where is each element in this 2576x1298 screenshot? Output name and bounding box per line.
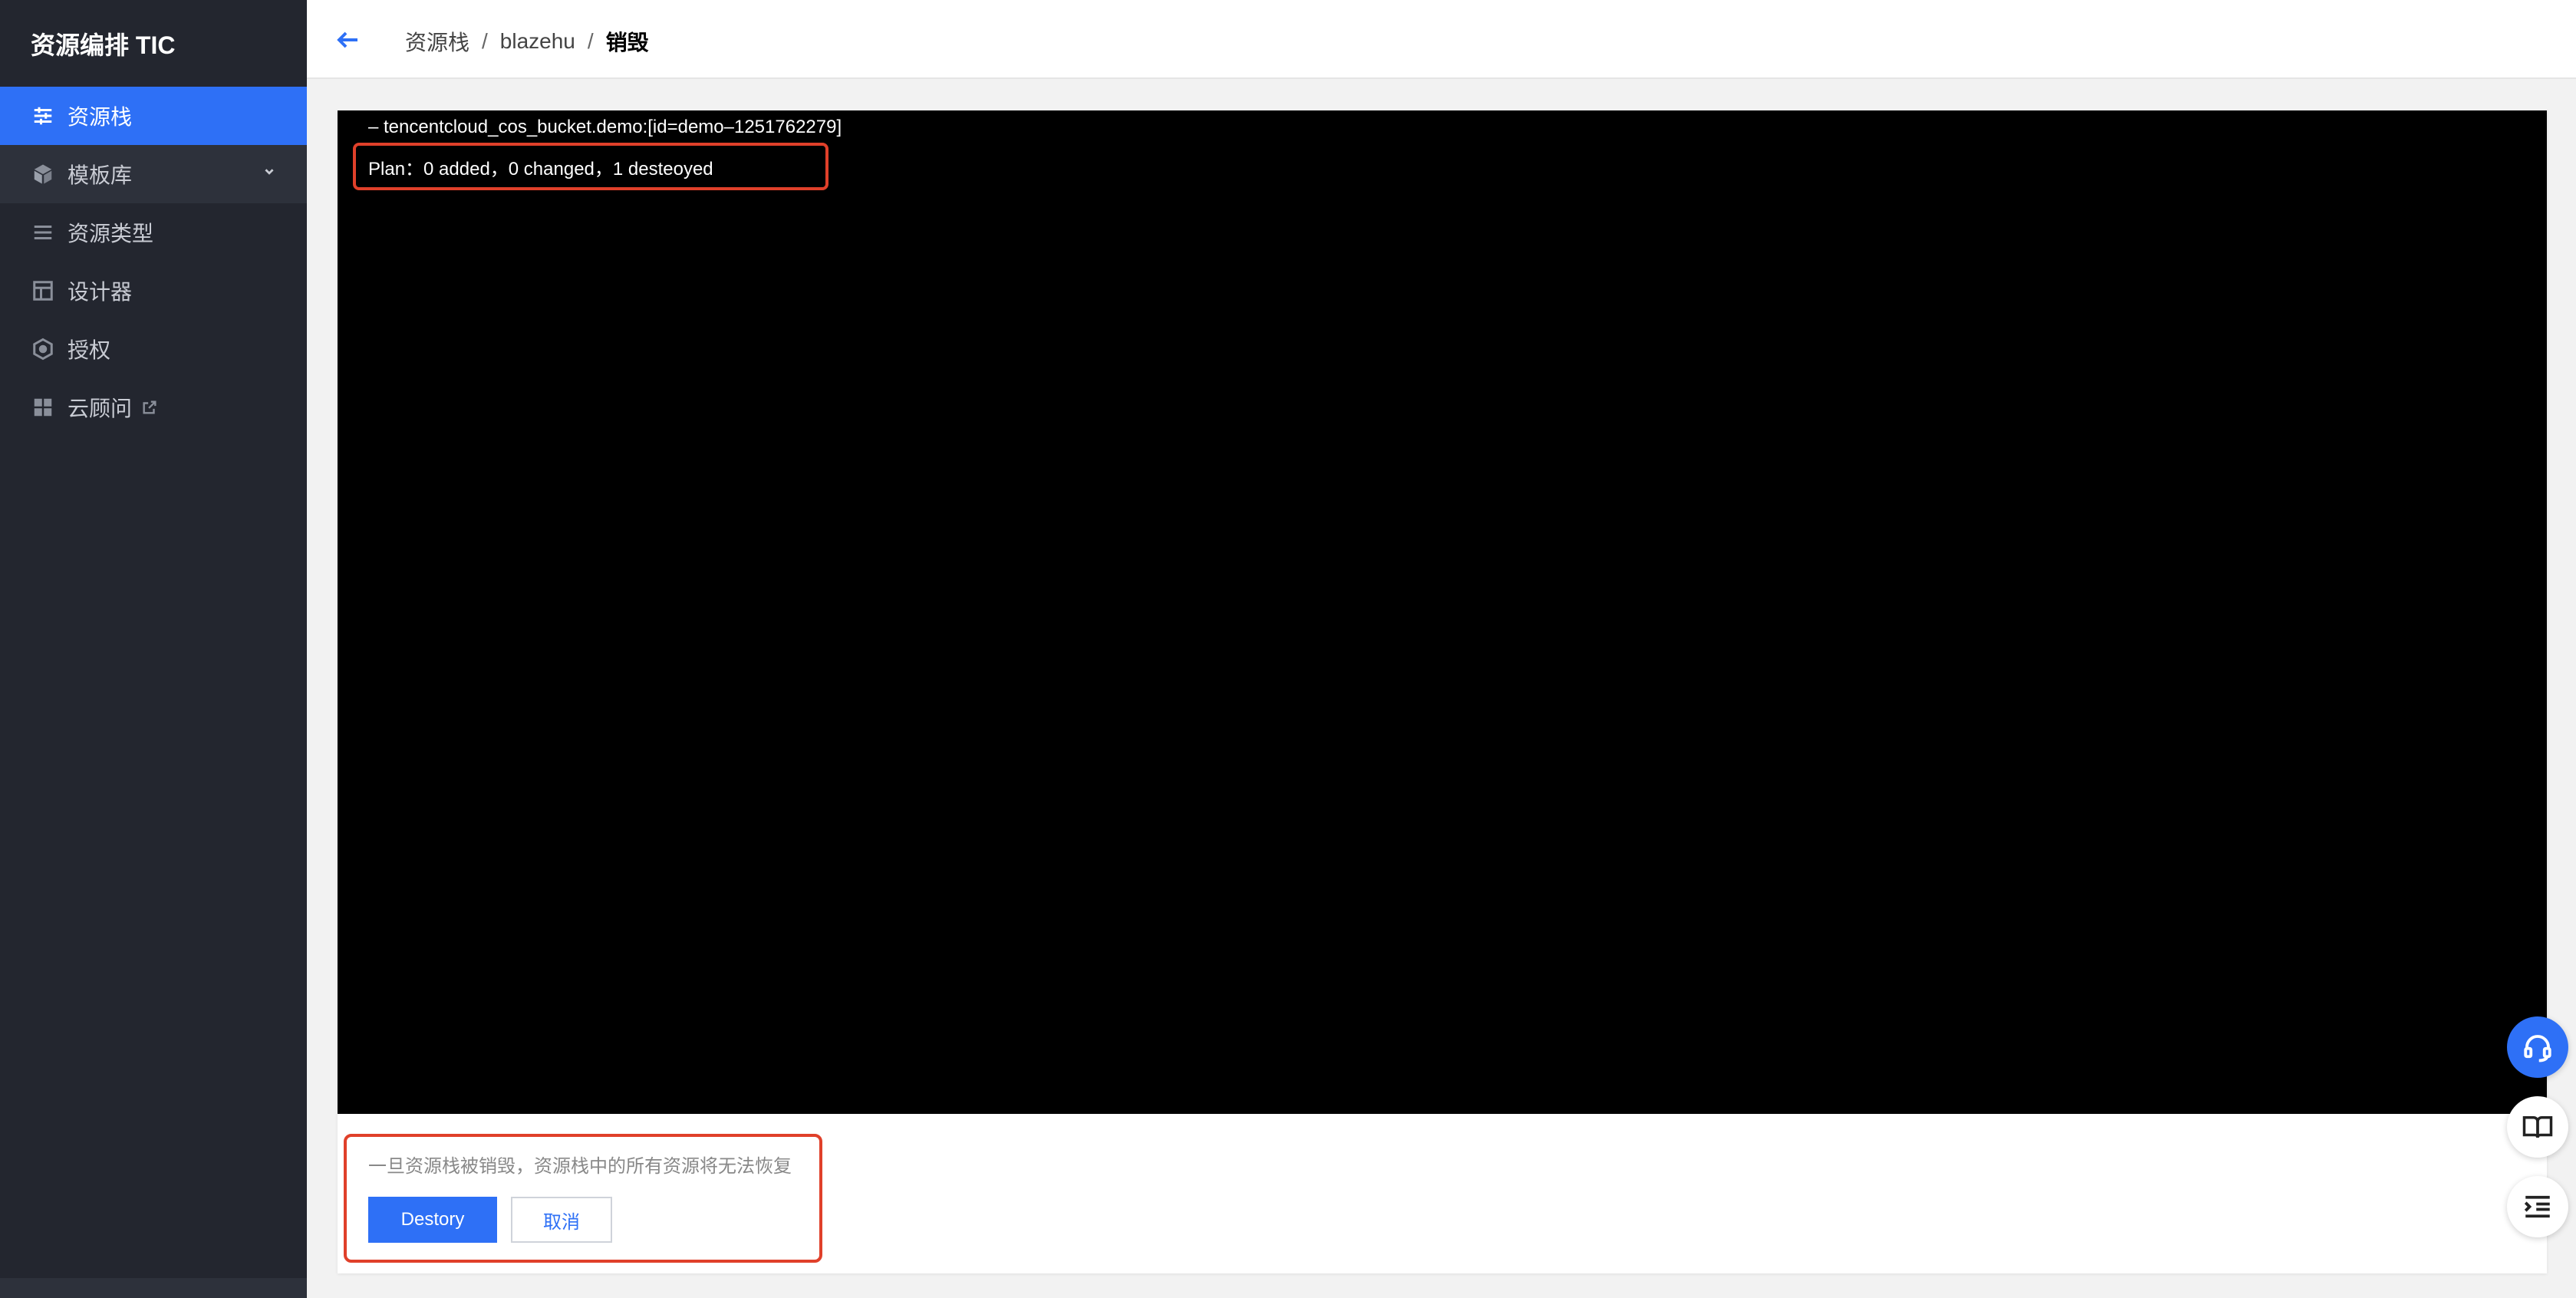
sidebar-item-label: 设计器 (68, 280, 133, 304)
external-link-icon (143, 400, 156, 414)
breadcrumb-item-stack-name[interactable]: blazehu (500, 29, 575, 54)
breadcrumb: 资源栈 / blazehu / 销毁 (405, 26, 649, 57)
cube-icon (31, 162, 55, 186)
headset-icon (2524, 1035, 2551, 1062)
hexagon-icon (31, 337, 55, 361)
cancel-button[interactable]: 取消 (511, 1197, 612, 1243)
terminal-line: – tencentcloud_cos_bucket.demo:[id=demo–… (368, 117, 842, 137)
sidebar-item-label: 资源类型 (68, 222, 154, 245)
sidebar-item-designer[interactable]: 设计器 (0, 262, 307, 320)
sidebar-item-stack[interactable]: 资源栈 (0, 87, 307, 145)
grid-icon (31, 395, 55, 420)
breadcrumb-separator: / (482, 29, 488, 53)
sidebar: 资源编排 TIC 资源栈 模板库 资源类型 设计器 授权 云顾问 (0, 0, 307, 1298)
destroy-button[interactable]: Destory (368, 1197, 497, 1243)
destroy-panel: – tencentcloud_cos_bucket.demo:[id=demo–… (338, 110, 2547, 1273)
docs-button[interactable] (2507, 1096, 2568, 1158)
sidebar-item-templates[interactable]: 模板库 (0, 145, 307, 203)
chevron-down-icon[interactable] (261, 163, 278, 180)
sidebar-item-label: 云顾问 (68, 397, 133, 420)
sidebar-item-advisor[interactable]: 云顾问 (0, 378, 307, 437)
warning-text: 一旦资源栈被销毁，资源栈中的所有资源将无法恢复 (368, 1156, 792, 1177)
sidebar-item-label: 授权 (68, 338, 111, 362)
sidebar-item-authorization[interactable]: 授权 (0, 320, 307, 378)
sidebar-item-label: 模板库 (68, 163, 133, 187)
back-arrow-icon[interactable] (334, 26, 362, 54)
terminal-output: – tencentcloud_cos_bucket.demo:[id=demo–… (338, 110, 2547, 1114)
layout-icon (31, 278, 55, 303)
breadcrumb-item-stack[interactable]: 资源栈 (405, 26, 469, 57)
sidebar-footer (0, 1278, 307, 1298)
outline-icon (2524, 1195, 2550, 1218)
highlight-box (353, 143, 828, 190)
app-title: 资源编排 TIC (31, 31, 176, 59)
support-button[interactable] (2507, 1016, 2568, 1078)
book-icon (2522, 1116, 2553, 1138)
page-title: 销毁 (605, 31, 649, 54)
sidebar-item-label: 资源栈 (68, 105, 133, 129)
outline-button[interactable] (2507, 1176, 2568, 1237)
topbar: 资源栈 / blazehu / 销毁 (307, 0, 2576, 79)
confirm-section: 一旦资源栈被销毁，资源栈中的所有资源将无法恢复 Destory 取消 (344, 1134, 822, 1263)
sliders-icon (31, 104, 55, 128)
breadcrumb-separator: / (587, 29, 594, 53)
list-icon (31, 220, 55, 245)
sidebar-item-resource-types[interactable]: 资源类型 (0, 203, 307, 262)
